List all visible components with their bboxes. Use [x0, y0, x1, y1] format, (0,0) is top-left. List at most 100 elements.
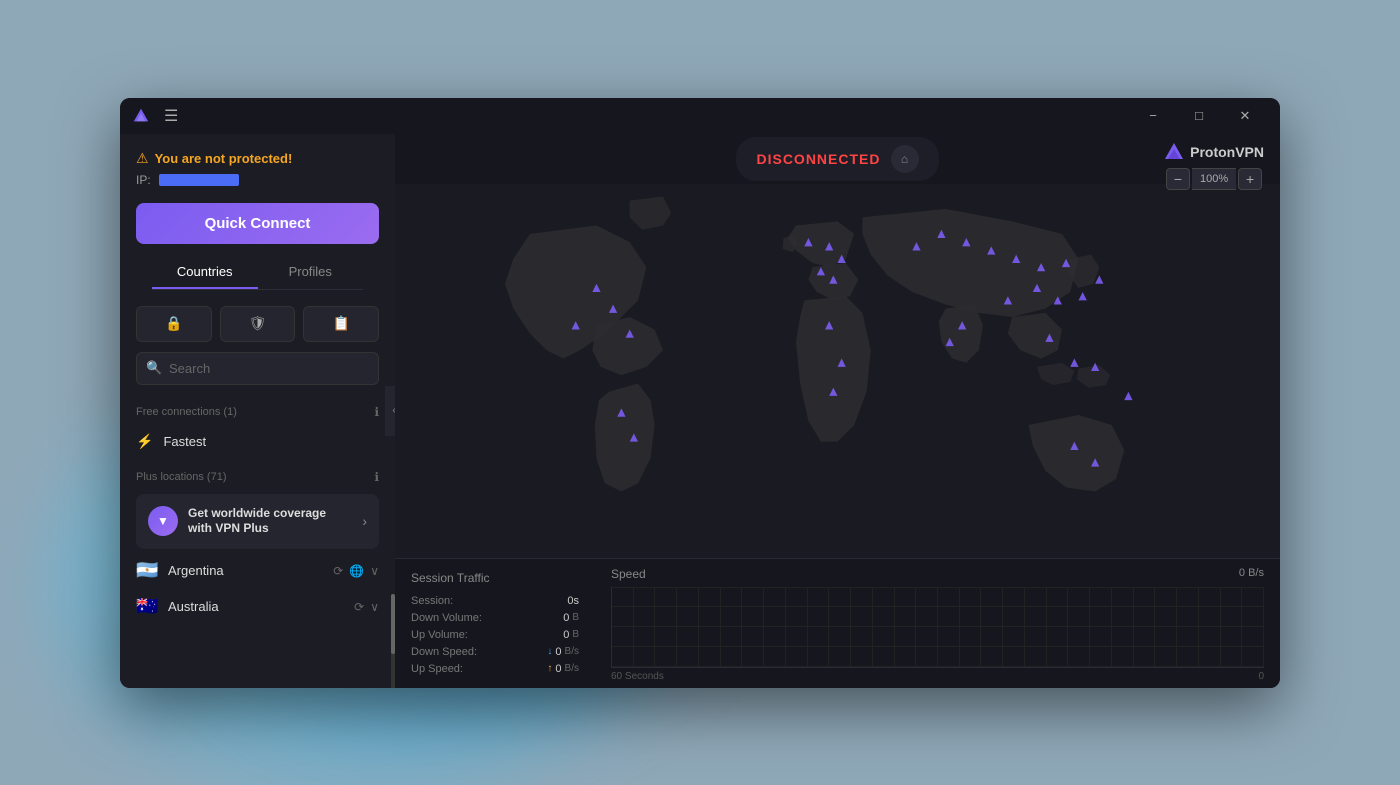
- argentina-name: Argentina: [168, 563, 323, 578]
- up-speed-arrow-icon: ↑: [547, 663, 552, 674]
- search-input[interactable]: [136, 352, 379, 385]
- australia-chevron-down-icon[interactable]: ∨: [370, 600, 379, 614]
- filter-clipboard-button[interactable]: 📋: [303, 306, 379, 342]
- quick-connect-button[interactable]: Quick Connect: [136, 203, 379, 244]
- chart-col: [742, 587, 764, 667]
- tab-countries[interactable]: Countries: [152, 256, 258, 289]
- chart-col: [1221, 587, 1243, 667]
- shield-icon: 🛡: [249, 315, 267, 332]
- chart-col: [1177, 587, 1199, 667]
- tab-profiles[interactable]: Profiles: [258, 256, 364, 289]
- filter-lock-button[interactable]: 🔒: [136, 306, 212, 342]
- chart-col: [634, 587, 656, 667]
- home-icon: ⌂: [901, 152, 908, 166]
- up-speed-value-group: ↑ 0 B/s: [547, 663, 579, 675]
- proton-brand-logo-icon: [1164, 142, 1184, 162]
- chart-col: [612, 587, 634, 667]
- chart-col: [1242, 587, 1264, 667]
- free-connections-label: Free connections (1): [136, 406, 237, 418]
- stats-left: Session Traffic Session: 0s Down Volume:…: [395, 559, 595, 688]
- chart-col: [960, 587, 982, 667]
- session-stat-row: Session: 0s: [411, 595, 579, 607]
- chart-col: [764, 587, 786, 667]
- free-connections-header: Free connections (1) ℹ: [120, 399, 395, 425]
- chart-col: [1068, 587, 1090, 667]
- chart-col: [655, 587, 677, 667]
- right-panel: DISCONNECTED ⌂ ProtonVPN: [395, 134, 1280, 688]
- country-item-australia[interactable]: 🇦🇺 Australia ⟳ ∨: [120, 589, 395, 625]
- up-speed-label: Up Speed:: [411, 663, 463, 675]
- collapse-sidebar-button[interactable]: ‹: [385, 386, 395, 436]
- free-connections-info-icon[interactable]: ℹ: [374, 405, 379, 419]
- server-list[interactable]: Free connections (1) ℹ ⚡ Fastest Plus lo…: [120, 395, 395, 688]
- filter-shield-button[interactable]: 🛡: [220, 306, 296, 342]
- chart-col: [786, 587, 808, 667]
- up-speed-unit: B/s: [565, 663, 579, 674]
- chart-col: [808, 587, 830, 667]
- country-item-argentina[interactable]: 🇦🇷 Argentina ⟳ 🌐 ∨: [120, 553, 395, 589]
- ip-value-bar: [159, 174, 239, 186]
- plus-locations-label: Plus locations (71): [136, 471, 227, 483]
- tabs-container: Countries Profiles: [152, 256, 363, 290]
- stats-panel: Session Traffic Session: 0s Down Volume:…: [395, 558, 1280, 688]
- hamburger-menu-icon[interactable]: ☰: [164, 106, 178, 126]
- maximize-button[interactable]: □: [1176, 98, 1222, 134]
- protection-status: ⚠ You are not protected!: [136, 150, 379, 167]
- proton-logo-icon: [132, 107, 150, 125]
- collapse-icon: ‹: [392, 405, 395, 416]
- down-volume-label: Down Volume:: [411, 612, 482, 624]
- chart-col: [699, 587, 721, 667]
- app-window: ☰ − □ ✕ ⚠ You are not protected! IP:: [120, 98, 1280, 688]
- australia-name: Australia: [168, 599, 344, 614]
- australia-refresh-icon[interactable]: ⟳: [354, 600, 364, 614]
- down-speed-label: Down Speed:: [411, 646, 477, 658]
- down-volume-value-group: 0 B: [563, 612, 579, 624]
- speed-chart-title: Speed: [611, 567, 646, 581]
- sidebar: ⚠ You are not protected! IP: Quick Conne…: [120, 134, 395, 688]
- argentina-refresh-icon[interactable]: ⟳: [333, 564, 343, 578]
- chart-col: [1090, 587, 1112, 667]
- chart-col: [1199, 587, 1221, 667]
- disconnected-text: DISCONNECTED: [756, 151, 880, 167]
- upgrade-title: Get worldwide coverage with VPN Plus: [188, 506, 352, 537]
- up-volume-value-group: 0 B: [563, 629, 579, 641]
- chart-columns: [612, 587, 1264, 667]
- fastest-item[interactable]: ⚡ Fastest: [120, 425, 395, 458]
- chart-col: [1112, 587, 1134, 667]
- stats-chart: Speed 0 B/s: [595, 559, 1280, 688]
- warning-icon: ⚠: [136, 150, 149, 167]
- up-speed-value: 0: [555, 663, 561, 675]
- world-map: [395, 184, 1280, 558]
- session-value: 0s: [567, 595, 579, 607]
- chart-col: [851, 587, 873, 667]
- minimize-button[interactable]: −: [1130, 98, 1176, 134]
- chart-col: [1047, 587, 1069, 667]
- down-speed-value-group: ↓ 0 B/s: [547, 646, 579, 658]
- chart-col: [916, 587, 938, 667]
- plus-locations-info-icon[interactable]: ℹ: [374, 470, 379, 484]
- upgrade-card[interactable]: ▼ Get worldwide coverage with VPN Plus ›: [136, 494, 379, 549]
- bolt-icon: ⚡: [136, 433, 153, 450]
- proton-brand-name: ProtonVPN: [1190, 144, 1264, 160]
- argentina-chevron-down-icon[interactable]: ∨: [370, 564, 379, 578]
- ip-row: IP:: [136, 173, 379, 187]
- window-controls: − □ ✕: [1130, 98, 1268, 134]
- argentina-flag-icon: 🇦🇷: [136, 563, 158, 579]
- down-speed-value: 0: [555, 646, 561, 658]
- upgrade-chevron-right-icon: ›: [362, 513, 367, 529]
- up-volume-unit: B: [572, 629, 579, 640]
- vpn-status-bar: DISCONNECTED ⌂ ProtonVPN: [395, 134, 1280, 184]
- title-bar: ☰ − □ ✕: [120, 98, 1280, 134]
- chart-col: [938, 587, 960, 667]
- close-button[interactable]: ✕: [1222, 98, 1268, 134]
- map-area[interactable]: [395, 184, 1280, 558]
- argentina-globe-icon[interactable]: 🌐: [349, 564, 364, 578]
- home-icon-button[interactable]: ⌂: [891, 145, 919, 173]
- chart-col: [677, 587, 699, 667]
- proton-logo-area: ProtonVPN − 100% +: [1164, 142, 1264, 190]
- upgrade-text: Get worldwide coverage with VPN Plus: [188, 506, 352, 537]
- search-container: 🔍: [136, 352, 379, 385]
- protection-warning-text: You are not protected!: [155, 151, 293, 166]
- sidebar-header: ⚠ You are not protected! IP: Quick Conne…: [120, 134, 395, 306]
- up-speed-stat-row: Up Speed: ↑ 0 B/s: [411, 663, 579, 675]
